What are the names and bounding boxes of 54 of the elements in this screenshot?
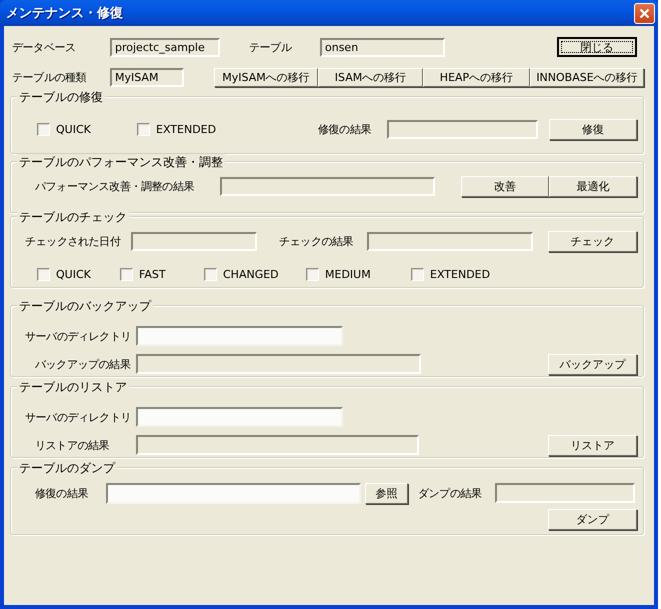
checkbox[interactable]: MEDIUM <box>306 268 409 280</box>
field-label: リストアの結果 <box>35 438 110 452</box>
field-label: チェックの結果 <box>279 234 354 249</box>
action-button[interactable]: リストア <box>548 434 637 456</box>
field-label: ダンプの結果 <box>418 486 483 500</box>
browse-button[interactable]: 参照 <box>365 482 408 504</box>
action-button[interactable]: 修復 <box>549 119 637 140</box>
checkbox[interactable]: QUICK <box>37 123 135 136</box>
field-label: 修復の結果 <box>318 122 372 137</box>
migrate-button[interactable]: HEAPへの移行 <box>423 68 530 86</box>
migrate-button[interactable]: INNOBASEへの移行 <box>530 68 644 86</box>
checkbox[interactable]: EXTENDED <box>137 123 316 136</box>
migrate-button[interactable]: ISAMへの移行 <box>318 68 423 86</box>
group-title: テーブルのリストア <box>17 379 129 396</box>
field-label: サーバのディレクトリ <box>25 328 132 344</box>
checkbox[interactable]: FAST <box>120 268 202 280</box>
close-button[interactable]: 閉じる <box>557 37 637 57</box>
migrate-button[interactable]: MyISAMへの移行 <box>214 68 318 86</box>
checkbox[interactable]: CHANGED <box>204 268 304 280</box>
input-field[interactable] <box>106 482 361 504</box>
input-field[interactable] <box>136 326 343 346</box>
field-label: データベース <box>12 40 77 54</box>
table-type-field[interactable]: MyISAM <box>110 68 184 86</box>
action-button[interactable]: ダンプ <box>548 509 637 530</box>
result-field[interactable] <box>136 354 421 374</box>
group-title: テーブルのパフォーマンス改善・調整 <box>17 154 225 171</box>
result-field[interactable] <box>387 120 538 139</box>
checkbox[interactable]: QUICK <box>37 268 118 280</box>
group-title: テーブルのチェック <box>17 209 129 226</box>
group-title: テーブルのダンプ <box>17 460 117 477</box>
field-label: テーブル <box>249 40 293 54</box>
field-label: 修復の結果 <box>35 486 90 500</box>
result-field[interactable] <box>136 435 419 455</box>
action-button[interactable]: バックアップ <box>548 354 637 374</box>
table-field[interactable]: onsen <box>320 38 445 56</box>
action-button[interactable]: チェック <box>548 231 637 252</box>
result-field[interactable] <box>495 483 635 503</box>
field-label: サーバのディレクトリ <box>25 410 132 424</box>
result-field[interactable] <box>131 232 257 251</box>
input-field[interactable] <box>136 407 343 427</box>
field-label: チェックされた日付 <box>25 234 122 249</box>
group-title: テーブルの修復 <box>17 89 105 106</box>
close-icon[interactable] <box>634 2 655 24</box>
checkbox[interactable]: EXTENDED <box>411 268 638 280</box>
action-button[interactable]: 最適化 <box>549 176 637 197</box>
action-button[interactable]: 改善 <box>461 176 549 197</box>
field-label: バックアップの結果 <box>35 356 132 372</box>
result-field[interactable] <box>367 232 533 251</box>
field-label: テーブルの種類 <box>12 70 88 84</box>
database-field[interactable]: projectc_sample <box>110 38 220 56</box>
field-label: パフォーマンス改善・調整の結果 <box>35 179 196 194</box>
result-field[interactable] <box>220 177 435 196</box>
group-title: テーブルのバックアップ <box>17 298 153 315</box>
window-title: メンテナンス・修復 <box>6 5 123 22</box>
